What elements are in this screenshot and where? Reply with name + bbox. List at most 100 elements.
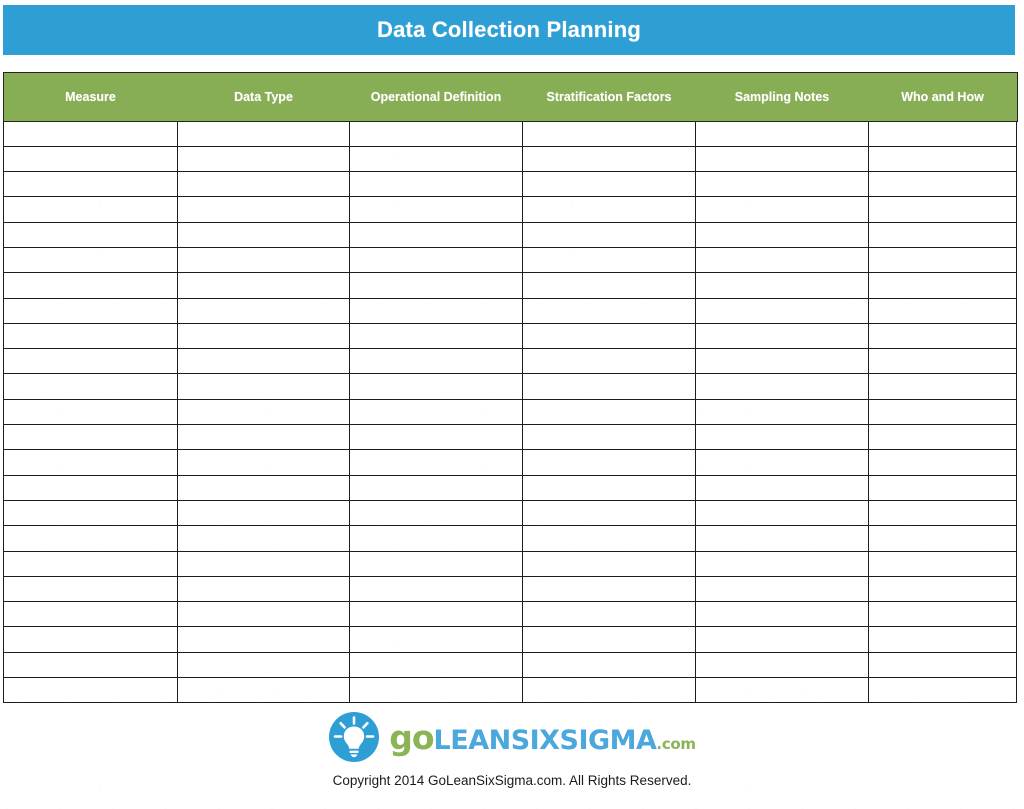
table-cell[interactable] (177, 424, 350, 451)
table-cell[interactable] (3, 373, 178, 400)
table-cell[interactable] (868, 322, 1017, 350)
table-cell[interactable] (695, 424, 869, 451)
table-cell[interactable] (177, 550, 350, 577)
table-cell[interactable] (522, 171, 696, 198)
table-cell[interactable] (177, 525, 350, 552)
table-cell[interactable] (522, 246, 696, 274)
table-cell[interactable] (522, 677, 696, 704)
table-cell[interactable] (868, 120, 1017, 147)
table-cell[interactable] (868, 272, 1017, 299)
table-cell[interactable] (695, 601, 869, 628)
table-cell[interactable] (177, 297, 350, 324)
table-cell[interactable] (868, 601, 1017, 628)
table-cell[interactable] (695, 196, 869, 223)
table-cell[interactable] (868, 196, 1017, 223)
table-cell[interactable] (3, 348, 178, 375)
table-cell[interactable] (3, 550, 178, 577)
table-cell[interactable] (177, 348, 350, 375)
table-cell[interactable] (868, 525, 1017, 552)
table-cell[interactable] (349, 297, 523, 324)
table-cell[interactable] (522, 550, 696, 577)
table-cell[interactable] (522, 601, 696, 628)
table-cell[interactable] (349, 677, 523, 704)
table-cell[interactable] (522, 575, 696, 603)
table-cell[interactable] (522, 145, 696, 173)
table-cell[interactable] (695, 373, 869, 400)
table-cell[interactable] (349, 272, 523, 299)
table-cell[interactable] (868, 575, 1017, 603)
table-cell[interactable] (868, 145, 1017, 173)
table-cell[interactable] (868, 550, 1017, 577)
table-cell[interactable] (177, 221, 350, 248)
table-cell[interactable] (177, 272, 350, 299)
table-cell[interactable] (522, 297, 696, 324)
table-cell[interactable] (349, 171, 523, 198)
table-cell[interactable] (349, 398, 523, 426)
table-cell[interactable] (868, 297, 1017, 324)
table-cell[interactable] (177, 499, 350, 527)
table-cell[interactable] (177, 677, 350, 704)
table-cell[interactable] (3, 677, 178, 704)
table-cell[interactable] (177, 575, 350, 603)
table-cell[interactable] (868, 424, 1017, 451)
table-cell[interactable] (349, 474, 523, 501)
table-cell[interactable] (349, 424, 523, 451)
table-cell[interactable] (349, 196, 523, 223)
table-cell[interactable] (695, 297, 869, 324)
table-cell[interactable] (695, 221, 869, 248)
table-cell[interactable] (695, 550, 869, 577)
table-cell[interactable] (3, 322, 178, 350)
table-cell[interactable] (349, 601, 523, 628)
table-cell[interactable] (3, 272, 178, 299)
table-cell[interactable] (695, 449, 869, 476)
table-cell[interactable] (349, 499, 523, 527)
table-cell[interactable] (868, 348, 1017, 375)
table-cell[interactable] (868, 221, 1017, 248)
table-cell[interactable] (349, 348, 523, 375)
table-cell[interactable] (177, 120, 350, 147)
table-cell[interactable] (177, 171, 350, 198)
table-cell[interactable] (868, 398, 1017, 426)
table-cell[interactable] (349, 145, 523, 173)
table-cell[interactable] (177, 449, 350, 476)
table-cell[interactable] (522, 626, 696, 653)
table-cell[interactable] (177, 601, 350, 628)
table-cell[interactable] (695, 145, 869, 173)
table-cell[interactable] (3, 196, 178, 223)
table-cell[interactable] (522, 272, 696, 299)
table-cell[interactable] (3, 171, 178, 198)
table-cell[interactable] (177, 373, 350, 400)
table-cell[interactable] (868, 373, 1017, 400)
table-cell[interactable] (3, 525, 178, 552)
table-cell[interactable] (3, 145, 178, 173)
table-cell[interactable] (868, 246, 1017, 274)
table-cell[interactable] (695, 677, 869, 704)
table-cell[interactable] (695, 120, 869, 147)
table-cell[interactable] (695, 499, 869, 527)
table-cell[interactable] (3, 626, 178, 653)
table-cell[interactable] (349, 651, 523, 679)
table-cell[interactable] (695, 171, 869, 198)
table-cell[interactable] (177, 651, 350, 679)
table-cell[interactable] (522, 651, 696, 679)
table-cell[interactable] (522, 322, 696, 350)
table-cell[interactable] (868, 651, 1017, 679)
table-cell[interactable] (177, 626, 350, 653)
table-cell[interactable] (695, 398, 869, 426)
table-cell[interactable] (868, 499, 1017, 527)
table-cell[interactable] (349, 626, 523, 653)
table-cell[interactable] (522, 398, 696, 426)
table-cell[interactable] (695, 474, 869, 501)
table-cell[interactable] (177, 246, 350, 274)
table-cell[interactable] (868, 474, 1017, 501)
table-cell[interactable] (868, 626, 1017, 653)
table-cell[interactable] (349, 120, 523, 147)
table-cell[interactable] (522, 499, 696, 527)
table-cell[interactable] (522, 525, 696, 552)
table-cell[interactable] (3, 424, 178, 451)
table-cell[interactable] (522, 474, 696, 501)
table-cell[interactable] (3, 499, 178, 527)
table-cell[interactable] (695, 651, 869, 679)
table-cell[interactable] (3, 575, 178, 603)
table-cell[interactable] (3, 651, 178, 679)
